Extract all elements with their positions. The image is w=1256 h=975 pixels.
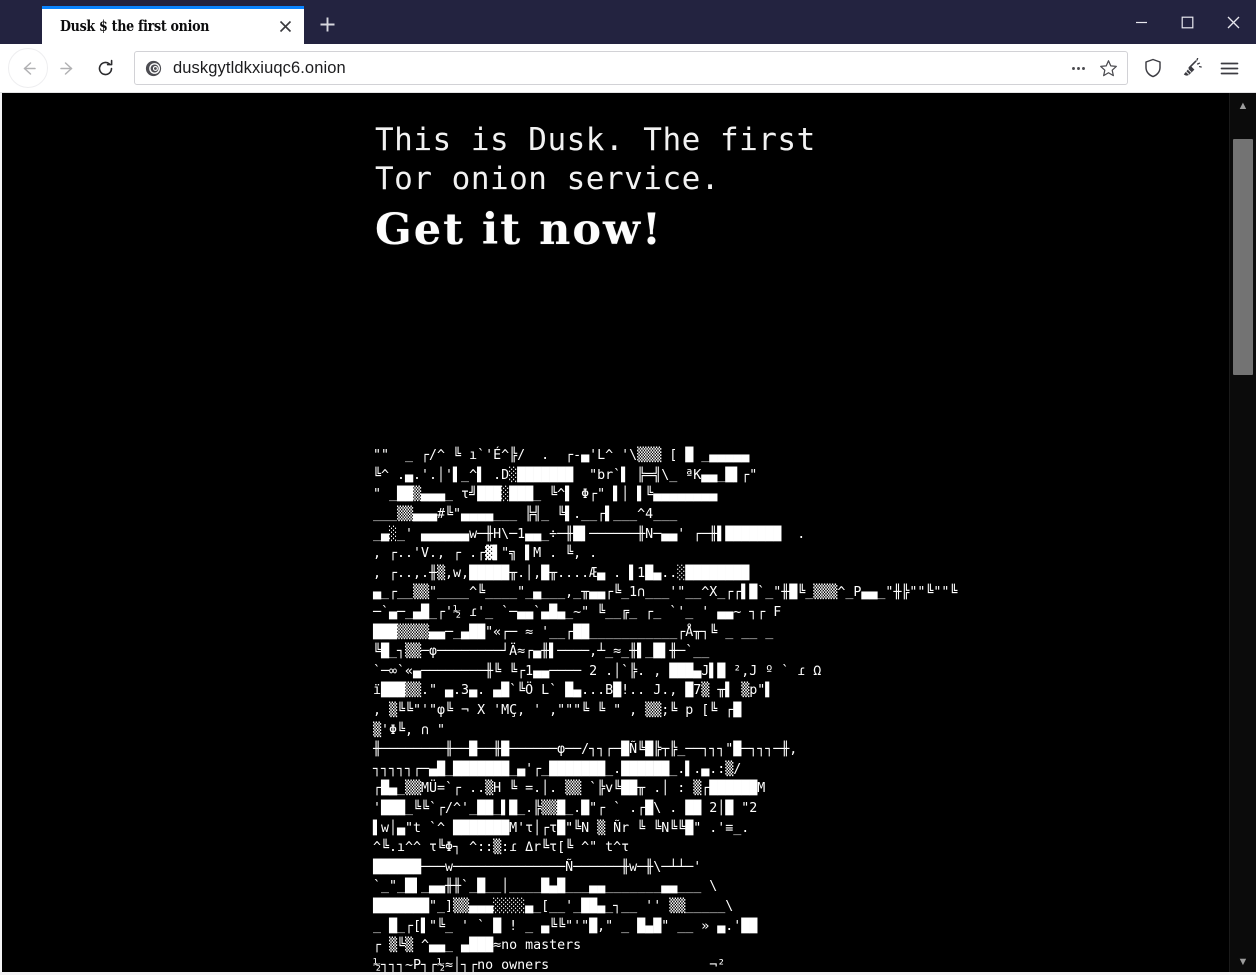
get-it-now-link[interactable]: Get it now! — [375, 201, 1229, 259]
forward-icon[interactable] — [48, 49, 86, 87]
tab-strip: Dusk $ the first onion — [0, 0, 346, 44]
reload-icon[interactable] — [86, 49, 124, 87]
tab-dusk[interactable]: Dusk $ the first onion — [42, 6, 304, 44]
hero-section: This is Dusk. The first Tor onion servic… — [2, 93, 1229, 259]
maximize-icon[interactable] — [1164, 0, 1210, 44]
hamburger-menu-icon[interactable] — [1210, 49, 1248, 87]
close-window-icon[interactable] — [1210, 0, 1256, 44]
web-page: This is Dusk. The first Tor onion servic… — [0, 93, 1229, 975]
tab-title: Dusk $ the first onion — [60, 18, 210, 35]
heading-line-1: This is Dusk. The first — [375, 122, 816, 158]
scroll-up-arrow-icon[interactable]: ▲ — [1230, 93, 1256, 119]
shield-icon[interactable] — [1134, 49, 1172, 87]
navigation-toolbar: duskgytldkxiuqc6.onion — [0, 44, 1256, 93]
titlebar: Dusk $ the first onion — [0, 0, 1256, 44]
ascii-art-block: "" _ ┌/^ ╚ ı`'É^╠/ . ┌-▄'L^ '\▒▒▒ [ █ _▄… — [373, 448, 958, 973]
window-controls — [1118, 0, 1256, 44]
back-icon[interactable] — [8, 48, 48, 88]
minimize-icon[interactable] — [1118, 0, 1164, 44]
window-left-border — [0, 93, 2, 975]
content-area: This is Dusk. The first Tor onion servic… — [0, 93, 1256, 975]
heading-line-2: Tor onion service. — [375, 161, 720, 197]
forget-broom-icon[interactable] — [1172, 49, 1210, 87]
page-actions-icon[interactable] — [1063, 53, 1093, 83]
browser-window: Dusk $ the first onion duskgytldkxiuqc6.… — [0, 0, 1256, 975]
vertical-scrollbar[interactable]: ▲ ▼ — [1229, 93, 1256, 975]
url-text[interactable]: duskgytldkxiuqc6.onion — [173, 59, 1063, 78]
url-bar[interactable]: duskgytldkxiuqc6.onion — [134, 51, 1128, 85]
scrollbar-thumb[interactable] — [1233, 139, 1253, 375]
close-icon[interactable] — [272, 14, 298, 40]
bookmark-star-icon[interactable] — [1093, 53, 1123, 83]
onion-icon — [145, 60, 162, 77]
new-tab-button[interactable] — [308, 5, 346, 43]
